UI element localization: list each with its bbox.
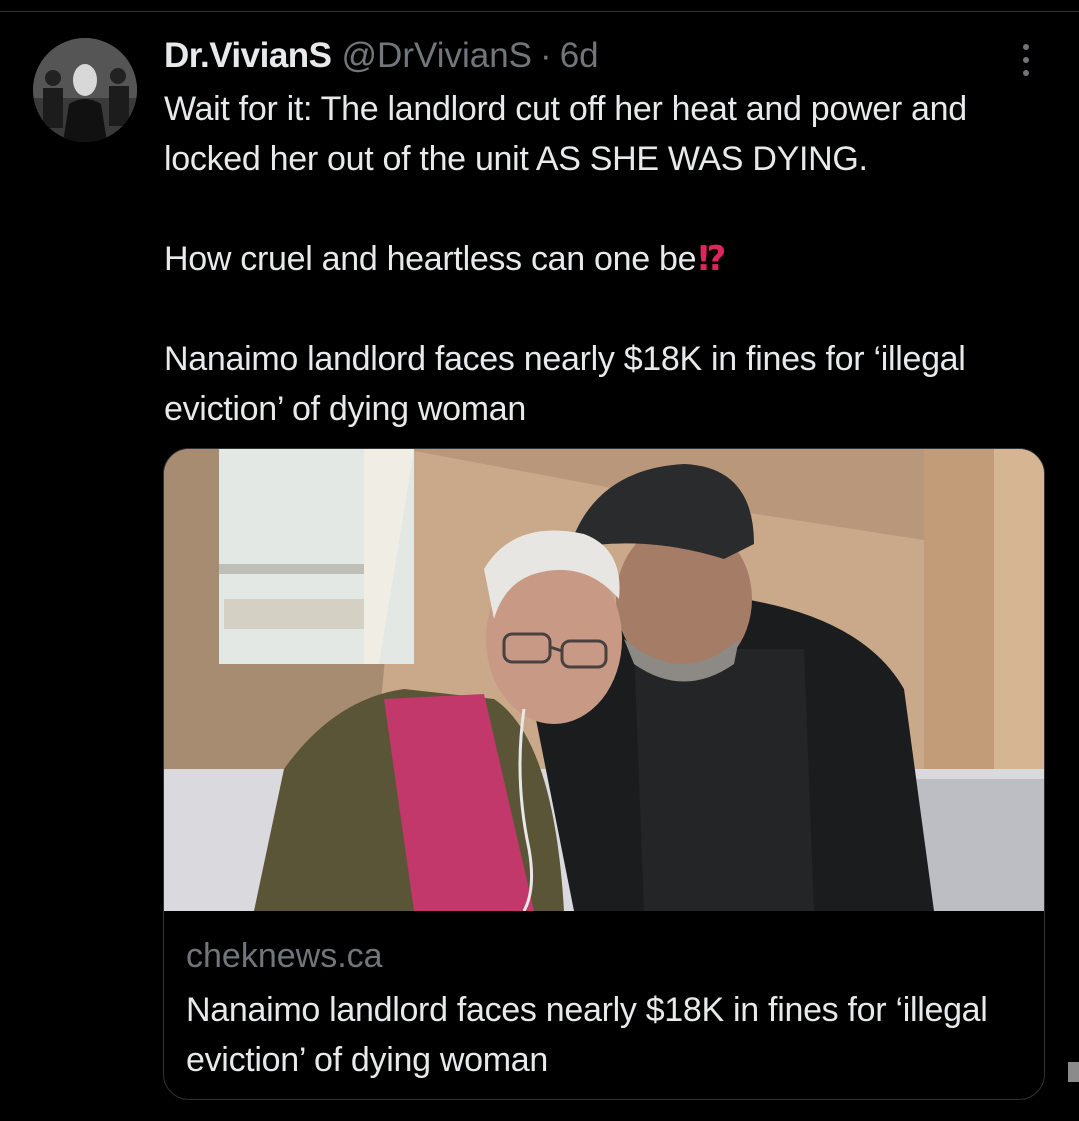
interrobang-emoji-icon: ⁉ [698, 240, 727, 278]
scrollbar-thumb[interactable] [1068, 1062, 1079, 1082]
tweet-timestamp[interactable]: 6d [560, 36, 599, 76]
link-card[interactable]: cheknews.ca Nanaimo landlord faces nearl… [163, 448, 1045, 1100]
user-handle[interactable]: @DrVivianS [342, 36, 533, 76]
news-photo[interactable] [164, 449, 1044, 911]
tweet-text-line2: How cruel and heartless can one be⁉ [164, 234, 1044, 284]
user-avatar-icon[interactable] [33, 38, 137, 142]
more-dot [1023, 44, 1029, 50]
more-dot [1023, 70, 1029, 76]
tweet-header: Dr.VivianS @DrVivianS · 6d [164, 32, 599, 80]
card-domain[interactable]: cheknews.ca [186, 937, 383, 976]
display-name[interactable]: Dr.VivianS [164, 36, 332, 76]
more-options-icon[interactable] [1008, 40, 1044, 80]
separator-dot: · [540, 36, 552, 75]
tweet[interactable]: Dr.VivianS @DrVivianS · 6d Wait for it: … [0, 0, 1079, 1109]
more-dot [1023, 57, 1029, 63]
tweet-text: Wait for it: The landlord cut off her he… [164, 84, 1044, 434]
tweet-text-line1: Wait for it: The landlord cut off her he… [164, 90, 967, 178]
tweet-text-line2-text: How cruel and heartless can one be [164, 240, 697, 278]
tweet-text-line3: Nanaimo landlord faces nearly $18K in fi… [164, 340, 966, 428]
card-title[interactable]: Nanaimo landlord faces nearly $18K in fi… [186, 985, 1026, 1085]
